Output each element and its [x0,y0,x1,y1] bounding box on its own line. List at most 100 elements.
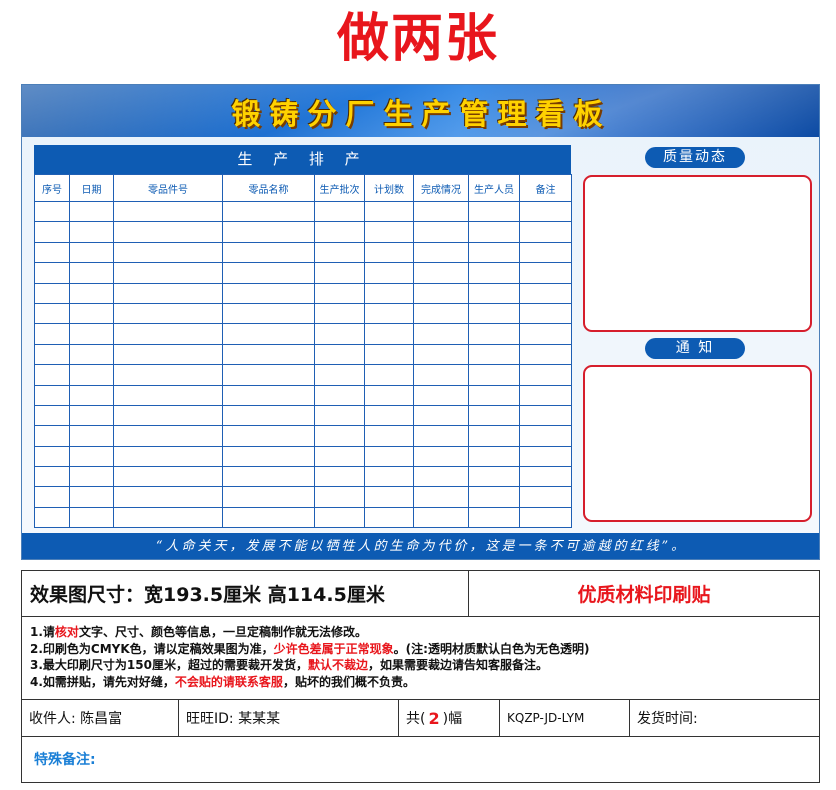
table-cell [468,466,520,488]
table-cell [468,486,520,508]
page-title: 做两张 [336,9,499,69]
table-cell [314,241,365,264]
table-cell [364,506,414,529]
schedule-column-header: 完成情况 [413,174,469,202]
table-row [34,343,572,366]
table-cell [468,221,520,243]
table-cell [364,282,414,304]
table-row [34,241,572,264]
table-cell [113,343,223,366]
table-cell [519,282,572,304]
special-remark-label: 特殊备注: [34,752,96,768]
table-cell [314,262,365,284]
schedule-column-header: 计划数 [364,174,414,202]
table-cell [34,262,70,284]
table-cell [113,466,223,488]
table-cell [468,282,520,304]
table-cell [519,445,572,468]
shipping-row: 收件人: 陈昌富 旺旺ID: 某某某 共(2)幅 KQZP-JD-LYM 发货时… [22,699,819,737]
table-cell [113,241,223,264]
table-cell [34,445,70,468]
table-row [34,404,572,427]
table-cell [69,506,114,529]
table-cell [364,425,414,447]
table-cell [413,425,469,447]
schedule-column-header: 零品名称 [222,174,315,202]
schedule-header-row: 序号 日期 零品件号 零品名称 生产批次 计划数 完成情况 生产人员 备注 [34,174,572,202]
table-cell [113,364,223,386]
table-cell [364,343,414,366]
table-cell [34,343,70,366]
table-cell [314,404,365,427]
table-cell [69,302,114,325]
table-cell [222,262,315,284]
table-row [34,384,572,406]
table-cell [113,262,223,284]
quality-title: 质量动态 [645,147,745,168]
table-cell [314,200,365,223]
table-cell [222,466,315,488]
table-cell [113,282,223,304]
table-cell [314,221,365,243]
table-cell [314,364,365,386]
table-cell [468,262,520,284]
table-cell [364,486,414,508]
table-cell [69,425,114,447]
table-row [34,506,572,529]
safety-motto: “人命关天，发展不能以牺牲人的生命为代价，这是一条不可逾越的红线”。 [22,533,819,559]
table-cell [314,445,365,468]
quality-box [583,175,812,332]
table-cell [314,343,365,366]
table-cell [519,384,572,406]
order-info-form: 效果图尺寸：宽193.5厘米 高114.5厘米 优质材料印刷贴 1.请核对文字、… [21,570,820,783]
schedule-column-header: 备注 [519,174,572,202]
table-cell [364,445,414,468]
table-cell [413,221,469,243]
schedule-column-header: 序号 [34,174,70,202]
table-cell [222,486,315,508]
wangwang-field: 旺旺ID: 某某某 [179,700,399,736]
board-banner: 锻铸分厂生产管理看板 [22,85,819,137]
ship-time-field: 发货时间: [637,711,698,727]
table-cell [69,262,114,284]
table-cell [519,466,572,488]
table-cell [34,384,70,406]
table-cell [113,323,223,345]
table-cell [69,282,114,304]
table-cell [113,425,223,447]
table-cell [413,262,469,284]
table-cell [69,323,114,345]
table-cell [468,200,520,223]
table-cell [222,364,315,386]
size-row: 效果图尺寸：宽193.5厘米 高114.5厘米 优质材料印刷贴 [22,571,819,617]
table-cell [113,486,223,508]
table-cell [113,384,223,406]
table-cell [34,323,70,345]
table-cell [413,323,469,345]
table-cell [413,384,469,406]
table-cell [222,343,315,366]
table-cell [34,302,70,325]
table-cell [222,282,315,304]
table-cell [69,404,114,427]
table-row [34,364,572,386]
table-row [34,323,572,345]
table-cell [413,200,469,223]
table-row [34,486,572,508]
table-cell [314,384,365,406]
table-cell [468,364,520,386]
table-cell [519,200,572,223]
table-cell [69,364,114,386]
schedule-column-header: 零品件号 [113,174,223,202]
schedule-column-header: 生产批次 [314,174,365,202]
table-cell [69,200,114,223]
table-cell [519,241,572,264]
table-cell [468,404,520,427]
table-cell [413,302,469,325]
table-row [34,282,572,304]
schedule-table: 序号 日期 零品件号 零品名称 生产批次 计划数 完成情况 生产人员 备注 [34,174,572,529]
table-row [34,466,572,488]
table-cell [413,486,469,508]
table-cell [519,302,572,325]
note-4: 4.如需拼贴，请先对好缝，不会贴的请联系客服，贴坏的我们概不负责。 [30,674,415,689]
